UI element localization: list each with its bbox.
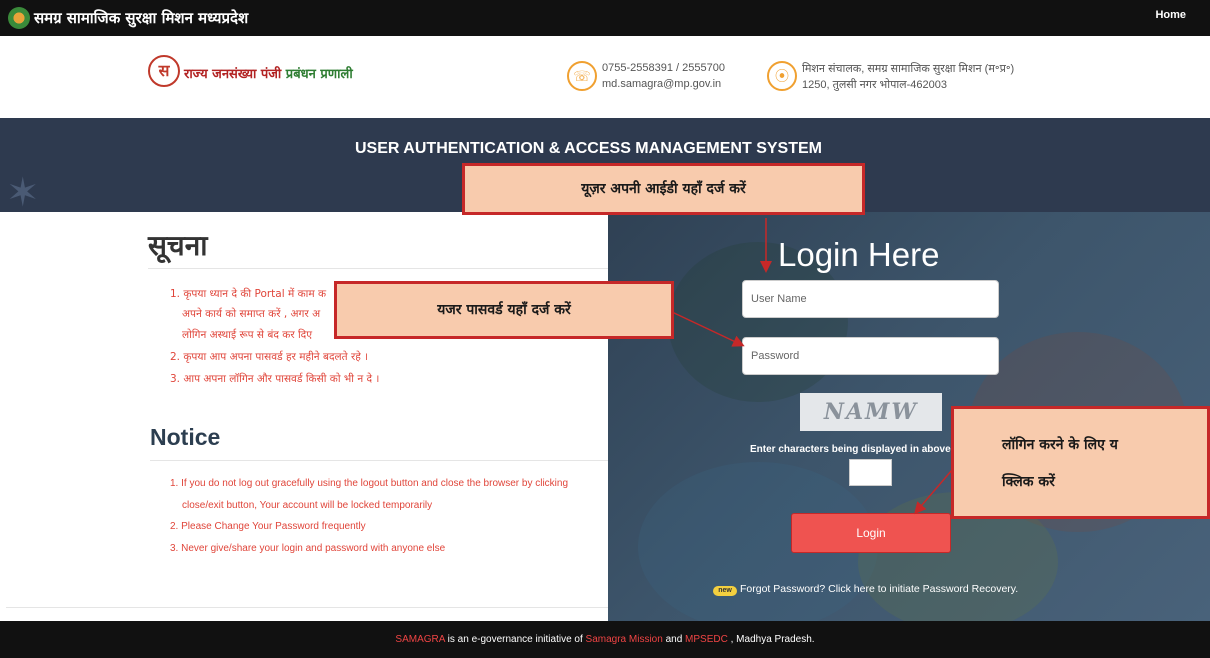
new-badge: new [713,586,737,596]
hindi-notice-line: 1. कृपया ध्यान दे की Portal में काम क [170,288,327,300]
footer-text: , Madhya Pradesh. [727,634,815,645]
office-name: मिशन संचालक, समग्र सामाजिक सुरक्षा मिशन … [802,63,1015,75]
location-icon: ⦿ [767,61,797,91]
callout-user-id: यूज़र अपनी आईडी यहाँ दर्ज करें [462,163,865,215]
office-address: 1250, तुलसी नगर भोपाल-462003 [802,79,948,91]
samagra-logo-icon [8,7,30,29]
callout-password: यजर पासवर्ड यहाँ दर्ज करें [334,281,674,339]
emblem-icon: स [148,55,180,87]
divider [150,460,608,461]
top-bar: समग्र सामाजिक सुरक्षा मिशन मध्यप्रदेश Ho… [0,0,1210,36]
decorative-star-icon: ✶ [6,171,40,212]
username-input[interactable] [742,280,999,318]
hindi-notice-line: अपने कार्य को समाप्त करें , अगर अ [182,308,321,320]
captcha-label: Enter characters being displayed in abov… [750,444,951,455]
hindi-notice-heading: सूचना [148,229,208,262]
callout-login: लॉगिन करने के लिए य क्लिक करें [951,406,1210,519]
hindi-notice-line: लोगिन अस्थाई रूप से बंद कर दिए [182,329,313,341]
english-notice-line: close/exit button, Your account will be … [182,500,433,511]
home-link[interactable]: Home [1155,9,1186,21]
footer-text: and [662,634,686,645]
banner-title: USER AUTHENTICATION & ACCESS MANAGEMENT … [355,140,822,157]
portal-title-part2: प्रबंधन प्रणाली [285,67,353,82]
english-notice-line: 2. Please Change Your Password frequentl… [170,521,366,532]
notice-panel: सूचना 1. कृपया ध्यान दे की Portal में का… [0,212,608,621]
footer-mpsedc-link[interactable]: MPSEDC [685,634,728,645]
english-notice-heading: Notice [150,424,221,450]
brand-title: समग्र सामाजिक सुरक्षा मिशन मध्यप्रदेश [34,9,249,27]
english-notice-line: 3. Never give/share your login and passw… [170,543,446,554]
email-address: md.samagra@mp.gov.in [602,78,722,90]
password-input[interactable] [742,337,999,375]
hindi-notice-line: 3. आप अपना लॉगिन और पासवर्ड किसी को भी न… [170,373,380,385]
login-button[interactable]: Login [791,513,951,553]
portal-title: राज्य जनसंख्या पंजी प्रबंधन प्रणाली [184,64,353,82]
callout-login-line1: लॉगिन करने के लिए य [1002,437,1118,453]
divider [148,268,608,269]
callout-login-line2: क्लिक करें [1002,474,1055,490]
footer-text: is an e-governance initiative of [444,634,586,645]
phone-number: 0755-2558391 / 2555700 [602,62,725,74]
forgot-password-link[interactable]: Forgot Password? Click here to initiate … [740,583,1018,595]
hindi-notice-line: 2. कृपया आप अपना पासवर्ड हर महीने बदलते … [170,351,369,363]
portal-title-part1: राज्य जनसंख्या पंजी [184,67,286,82]
footer-samagra: SAMAGRA [395,634,445,645]
phone-icon: ☏ [567,61,597,91]
captcha-input[interactable] [849,459,892,486]
captcha-image: NAMW [800,393,942,431]
footer-samagra-mission-link[interactable]: Samagra Mission [586,634,663,645]
divider [6,607,608,608]
footer: SAMAGRA is an e-governance initiative of… [0,621,1210,658]
login-heading: Login Here [778,236,940,273]
header: स राज्य जनसंख्या पंजी प्रबंधन प्रणाली ☏ … [0,36,1210,118]
english-notice-line: 1. If you do not log out gracefully usin… [170,478,569,489]
